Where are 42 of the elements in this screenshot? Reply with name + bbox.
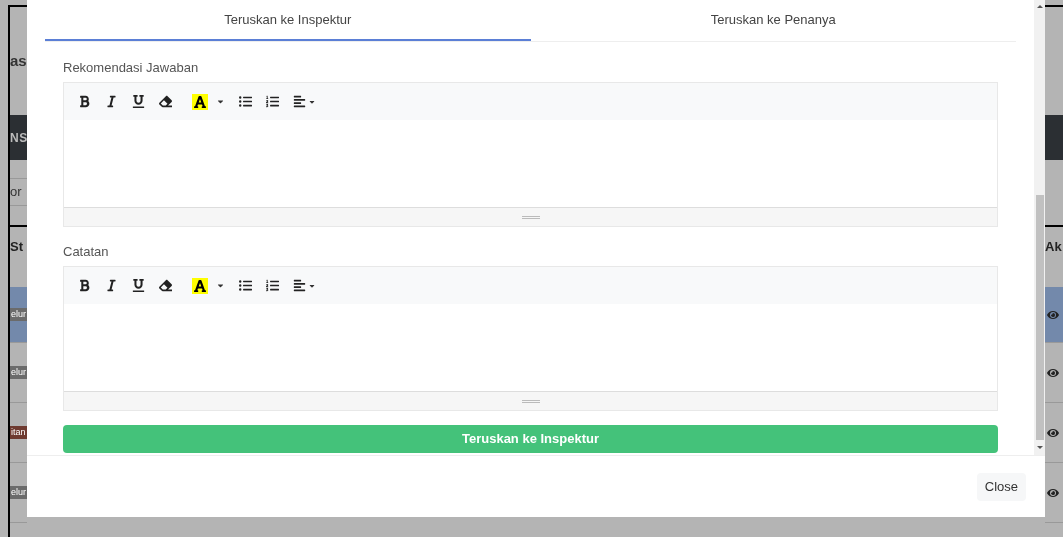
status-badge: elur: [10, 365, 27, 380]
column-header: St: [10, 238, 23, 257]
scrollbar[interactable]: [1034, 0, 1045, 455]
view-icon[interactable]: [1047, 366, 1059, 379]
italic-icon[interactable]: [105, 279, 118, 292]
status-badge: elur: [10, 485, 27, 500]
underline-icon[interactable]: [132, 95, 145, 108]
resize-grip-icon[interactable]: [521, 399, 540, 403]
field-label: Rekomendasi Jawaban: [63, 59, 200, 78]
tab[interactable]: Teruskan ke Penanya: [530, 0, 1016, 41]
view-icon[interactable]: [1047, 308, 1059, 321]
bullet-list-icon[interactable]: [239, 95, 252, 108]
highlight-color-icon[interactable]: [192, 93, 208, 110]
scroll-down-arrow-icon[interactable]: [1036, 446, 1043, 449]
status-badge: elur: [10, 307, 27, 322]
numbered-list-icon[interactable]: [266, 95, 279, 108]
scrollbar-thumb[interactable]: [1035, 195, 1044, 440]
align-icon[interactable]: [293, 279, 306, 292]
eraser-icon[interactable]: [159, 279, 172, 292]
field-label: Catatan: [63, 243, 110, 262]
page-heading: as: [10, 50, 27, 71]
align-icon[interactable]: [293, 95, 306, 108]
caret-icon[interactable]: [216, 97, 225, 106]
tab[interactable]: Teruskan ke Inspektur: [45, 0, 531, 41]
numbered-list-icon[interactable]: [266, 279, 279, 292]
caret-icon[interactable]: [216, 281, 225, 290]
scroll-up-arrow-icon[interactable]: [1036, 4, 1043, 8]
italic-icon[interactable]: [105, 95, 118, 108]
eraser-icon[interactable]: [159, 95, 172, 108]
dark-header-bar: NS: [10, 115, 27, 160]
bullet-list-icon[interactable]: [239, 279, 252, 292]
bold-icon[interactable]: [78, 279, 91, 292]
view-icon[interactable]: [1047, 426, 1059, 439]
resize-grip-icon[interactable]: [521, 215, 540, 219]
bold-icon[interactable]: [78, 95, 91, 108]
view-icon[interactable]: [1047, 486, 1059, 499]
column-header: Ak: [1045, 238, 1062, 257]
close-button[interactable]: Close: [976, 472, 1026, 501]
status-badge: itan: [10, 425, 27, 440]
dark-header-bar: [1045, 115, 1063, 160]
underline-icon[interactable]: [132, 279, 145, 292]
highlight-color-icon[interactable]: [192, 277, 208, 294]
